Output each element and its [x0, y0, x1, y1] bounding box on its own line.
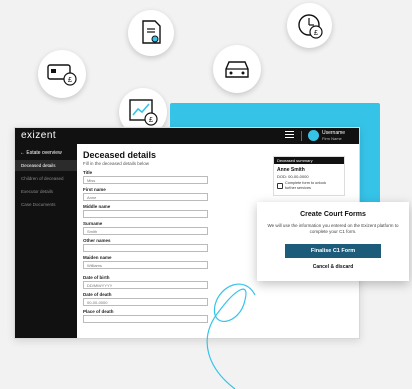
summary-dod: DOD: 00-00-0000	[277, 174, 309, 179]
sidebar-item-case-documents[interactable]: Case Documents	[15, 199, 77, 210]
dialog-title: Create Court Forms	[300, 211, 366, 218]
surname-field[interactable]: Smith	[83, 227, 208, 235]
chart-money-icon: £	[129, 99, 158, 126]
summary-note: Complete form to unlock further services	[277, 181, 333, 190]
title-field[interactable]: Miss	[83, 176, 208, 184]
clock-money-icon: £	[297, 13, 323, 39]
page-title: Deceased details	[83, 150, 157, 160]
field-label: Other names	[83, 238, 111, 243]
field-label: First name	[83, 187, 106, 192]
back-link[interactable]: ← Estate overview	[20, 150, 62, 156]
field-label: Date of death	[83, 292, 112, 297]
first-name-field[interactable]: Anne	[83, 193, 208, 201]
menu-icon[interactable]	[285, 131, 294, 139]
create-court-forms-dialog: Create Court Forms We will use the infor…	[257, 202, 409, 281]
finalise-c1-form-button[interactable]: Finalise C1 Form	[285, 244, 381, 258]
top-bar: exizent Username Firm Name	[15, 128, 359, 144]
field-label: Middle name	[83, 204, 111, 209]
cancel-discard-button[interactable]: Cancel & discard	[257, 264, 409, 270]
sidebar-item-deceased-details[interactable]: Deceased details	[15, 160, 77, 171]
summary-note-text: Complete form to unlock further services	[285, 181, 327, 190]
maiden-name-field[interactable]: Williams	[83, 261, 208, 269]
other-names-field[interactable]	[83, 244, 208, 252]
page: £ £ £ exizent Username Firm Name ← Estat…	[0, 0, 412, 389]
certificate-icon	[142, 20, 161, 44]
summary-name: Anne Smith	[277, 167, 305, 173]
decorative-loop	[206, 283, 256, 389]
page-subtitle: Fill in the deceased details below	[83, 161, 150, 166]
topbar-divider	[301, 131, 302, 141]
user-org: Firm Name	[322, 136, 342, 141]
sidebar-item-children[interactable]: Children of deceased	[15, 173, 77, 184]
clock-money-bubble: £	[287, 3, 332, 48]
lock-icon	[277, 182, 283, 189]
field-label: Place of death	[83, 309, 114, 314]
field-label: Maiden name	[83, 255, 112, 260]
deceased-summary-card: Deceased summary Anne Smith DOD: 00-00-0…	[273, 156, 345, 196]
certificate-bubble	[128, 10, 174, 56]
card-money-icon: £	[47, 64, 77, 86]
summary-header: Deceased summary	[274, 157, 344, 164]
card-money-bubble: £	[38, 50, 86, 98]
field-label: Surname	[83, 221, 103, 226]
user-info[interactable]: Username Firm Name	[322, 130, 345, 142]
middle-name-field[interactable]	[83, 210, 208, 218]
svg-text:£: £	[314, 30, 318, 37]
car-icon	[225, 61, 249, 78]
svg-text:£: £	[68, 77, 72, 84]
sidebar: ← Estate overview Deceased details Child…	[15, 144, 77, 338]
field-label: Title	[83, 170, 93, 175]
car-bubble	[213, 45, 261, 93]
avatar[interactable]	[308, 130, 319, 141]
exizent-logo: exizent	[21, 130, 57, 141]
dialog-body: We will use the information you entered …	[267, 223, 399, 234]
field-label: Date of birth	[83, 275, 110, 280]
svg-text:£: £	[149, 117, 153, 124]
sidebar-item-executor[interactable]: Executor details	[15, 186, 77, 197]
